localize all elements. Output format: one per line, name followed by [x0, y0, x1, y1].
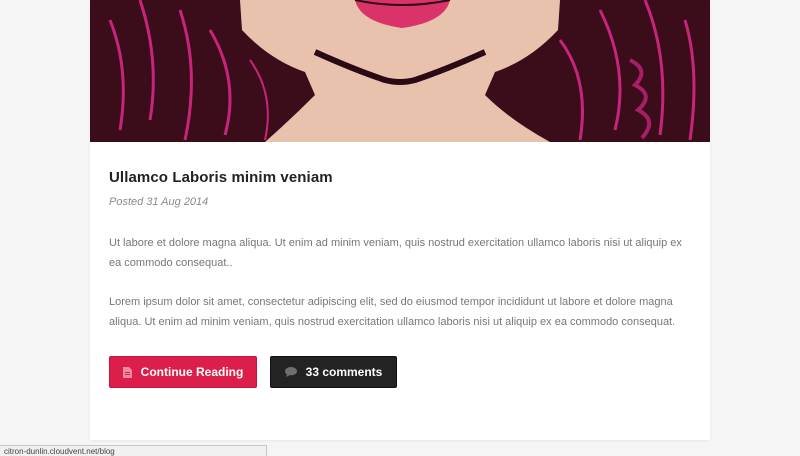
continue-reading-button[interactable]: Continue Reading	[109, 356, 257, 388]
speech-bubble-icon	[284, 367, 297, 377]
blog-post-card: Ullamco Laboris minim veniam Posted 31 A…	[90, 0, 710, 440]
document-icon	[122, 366, 132, 378]
featured-image[interactable]	[90, 0, 710, 142]
continue-reading-label: Continue Reading	[140, 365, 244, 379]
comments-label: 33 comments	[305, 365, 383, 379]
page: Ullamco Laboris minim veniam Posted 31 A…	[0, 0, 800, 456]
browser-status-bar: citron-dunlin.cloudvent.net/blog	[0, 445, 267, 456]
post-title[interactable]: Ullamco Laboris minim veniam	[109, 169, 333, 186]
comments-button[interactable]: 33 comments	[270, 356, 397, 388]
post-excerpt-paragraph: Lorem ipsum dolor sit amet, consectetur …	[109, 296, 676, 328]
post-date: Posted 31 Aug 2014	[109, 196, 209, 208]
post-excerpt-paragraph: Ut labore et dolore magna aliqua. Ut eni…	[109, 237, 682, 269]
